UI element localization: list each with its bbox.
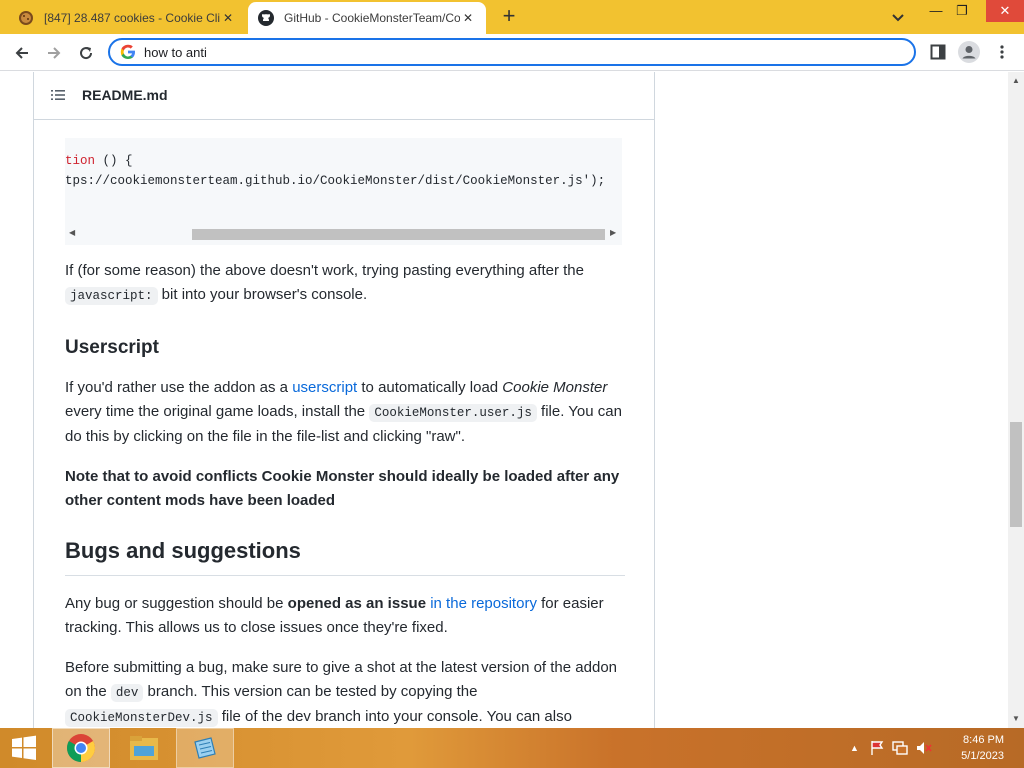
system-clock[interactable]: 8:46 PM 5/1/2023 (961, 732, 1004, 764)
volume-muted-icon[interactable] (915, 740, 933, 756)
text: If (for some reason) the above doesn't w… (65, 262, 584, 279)
taskbar-notepad[interactable] (176, 728, 234, 768)
code-keyword: tion (65, 154, 96, 168)
back-button[interactable] (9, 40, 35, 66)
text: If you'd rather use the addon as a (65, 379, 293, 396)
readme-header: README.md (34, 72, 654, 120)
inline-code: CookieMonsterDev.js (65, 709, 218, 727)
inline-code: CookieMonster.user.js (369, 404, 537, 422)
clock-date: 5/1/2023 (961, 750, 1004, 762)
tab-title: GitHub - CookieMonsterTeam/Co (284, 11, 460, 25)
close-tab-icon[interactable]: ✕ (460, 11, 476, 25)
code-block: tion () { tps://cookiemonsterteam.github… (65, 138, 622, 245)
readme-box: README.md tion () { tps://cookiemonstert… (33, 72, 655, 728)
text: every time the original game loads, inst… (65, 403, 370, 420)
profile-button[interactable] (958, 41, 980, 63)
vertical-scrollbar[interactable]: ▲ ▼ (1008, 72, 1024, 728)
browser-toolbar (0, 34, 1024, 71)
repository-link[interactable]: in the repository (430, 595, 537, 612)
clock-time: 8:46 PM (963, 734, 1004, 746)
text: file of the dev branch into your console… (217, 708, 572, 725)
forward-button[interactable] (41, 40, 67, 66)
restore-button[interactable]: ❐ (946, 0, 978, 22)
network-icon[interactable] (891, 740, 909, 756)
scroll-right-icon[interactable]: ▶ (610, 228, 616, 237)
side-panel-icon (930, 44, 946, 60)
code-line: tps://cookiemonsterteam.github.io/Cookie… (65, 174, 606, 188)
emphasis: Cookie Monster (502, 379, 608, 396)
inline-code: dev (110, 684, 144, 702)
arrow-right-icon (48, 47, 61, 59)
avatar-icon (958, 41, 980, 63)
file-explorer-icon (130, 736, 158, 760)
tray-expand-icon[interactable]: ▲ (850, 743, 859, 753)
text: Any bug or suggestion should be (65, 595, 288, 612)
note-paragraph: Note that to avoid conflicts Cookie Mons… (65, 465, 625, 513)
taskbar: ▲ 8:46 PM 5/1/2023 (0, 728, 1024, 768)
horizontal-scrollbar[interactable]: ◀ ▶ (65, 226, 622, 241)
reload-icon (80, 47, 93, 60)
userscript-link[interactable]: userscript (292, 379, 357, 396)
cookie-icon (19, 11, 33, 25)
google-icon (120, 44, 135, 59)
heading-userscript: Userscript (65, 337, 159, 358)
tab-github[interactable]: GitHub - CookieMonsterTeam/Co ✕ (248, 2, 486, 34)
text: branch. This version can be tested by co… (143, 683, 478, 700)
scroll-down-icon[interactable]: ▼ (1012, 714, 1020, 723)
tab-title: [847] 28.487 cookies - Cookie Cli (44, 11, 220, 25)
scrollbar-thumb[interactable] (1010, 422, 1022, 527)
scroll-left-icon[interactable]: ◀ (69, 228, 75, 237)
readme-filename: README.md (82, 86, 168, 103)
start-icon (12, 735, 36, 760)
taskbar-file-explorer[interactable] (116, 728, 172, 768)
list-icon[interactable] (50, 87, 66, 103)
taskbar-chrome[interactable] (52, 728, 110, 768)
paragraph: Before submitting a bug, make sure to gi… (65, 656, 625, 728)
paragraph: If (for some reason) the above doesn't w… (65, 259, 625, 308)
heading-bugs: Bugs and suggestions (65, 537, 625, 576)
code-text: () { (95, 154, 133, 168)
close-tab-icon[interactable]: ✕ (220, 11, 236, 25)
tab-cookie-clicker[interactable]: [847] 28.487 cookies - Cookie Cli ✕ (8, 2, 246, 34)
side-panel-button[interactable] (927, 41, 949, 63)
reload-button[interactable] (73, 40, 99, 66)
scrollbar-thumb[interactable] (192, 229, 605, 240)
system-tray: ▲ (850, 728, 933, 768)
new-tab-button[interactable]: + (498, 5, 520, 28)
chrome-icon (67, 734, 95, 762)
text: to automatically load (357, 379, 503, 396)
arrow-left-icon (15, 47, 28, 59)
inline-code: javascript: (65, 287, 158, 305)
notepad-icon (194, 737, 216, 759)
note-text: Note that to avoid conflicts Cookie Mons… (65, 468, 620, 509)
readme-content: If (for some reason) the above doesn't w… (65, 259, 625, 728)
start-button[interactable] (0, 728, 48, 768)
web-page: README.md tion () { tps://cookiemonstert… (0, 72, 1008, 728)
kebab-menu-icon (1000, 45, 1004, 59)
paragraph: Any bug or suggestion should be opened a… (65, 592, 625, 640)
address-bar[interactable] (108, 38, 916, 66)
chevron-down-icon[interactable] (888, 7, 908, 27)
menu-button[interactable] (991, 41, 1013, 63)
code-line: tion () { (65, 154, 133, 168)
strong-text: opened as an issue (287, 595, 427, 612)
title-bar: [847] 28.487 cookies - Cookie Cli ✕ GitH… (0, 0, 1024, 34)
paragraph: If you'd rather use the addon as a users… (65, 376, 625, 449)
github-icon (258, 10, 274, 26)
flag-icon[interactable] (869, 740, 885, 756)
text: bit into your browser's console. (157, 286, 368, 303)
address-input[interactable] (144, 44, 844, 60)
close-window-button[interactable]: ✕ (986, 0, 1024, 22)
scroll-up-icon[interactable]: ▲ (1012, 76, 1020, 85)
